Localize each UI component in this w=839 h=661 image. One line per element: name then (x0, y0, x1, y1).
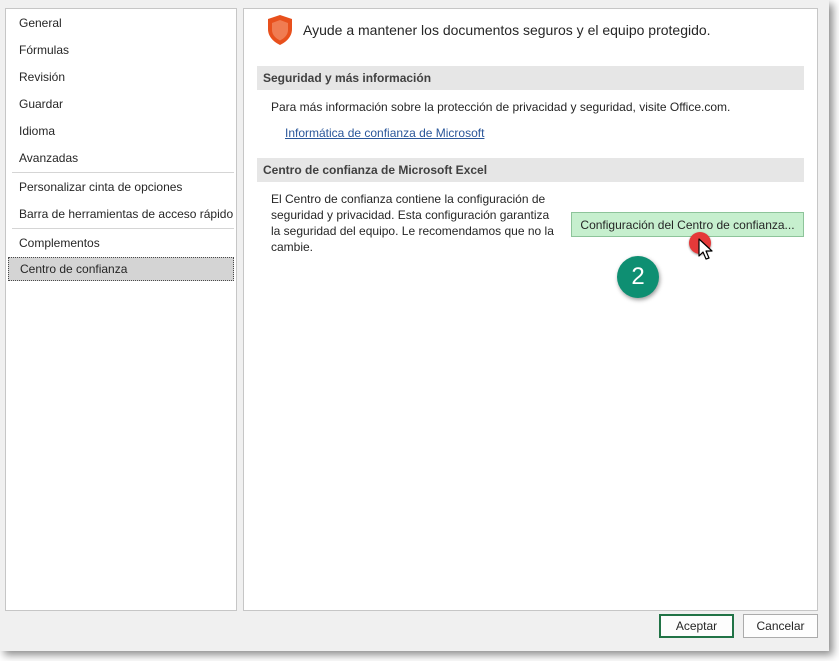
trust-center-panel: Ayude a mantener los documentos seguros … (243, 8, 818, 611)
security-section-title: Seguridad y más información (257, 66, 804, 90)
options-sidebar: General Fórmulas Revisión Guardar Idioma… (5, 8, 237, 611)
mouse-pointer-icon (698, 238, 713, 260)
sidebar-item-revision[interactable]: Revisión (8, 65, 234, 89)
sidebar-item-idioma[interactable]: Idioma (8, 119, 234, 143)
sidebar-item-guardar[interactable]: Guardar (8, 92, 234, 116)
sidebar-divider (12, 172, 234, 173)
trustworthy-computing-link[interactable]: Informática de confianza de Microsoft (285, 126, 484, 140)
panel-header-text: Ayude a mantener los documentos seguros … (303, 22, 711, 38)
shield-icon (268, 15, 292, 45)
sidebar-item-general[interactable]: General (8, 11, 234, 35)
sidebar-item-avanzadas[interactable]: Avanzadas (8, 146, 234, 170)
excel-options-dialog: General Fórmulas Revisión Guardar Idioma… (0, 0, 829, 651)
trust-center-settings-button[interactable]: Configuración del Centro de confianza... (571, 212, 804, 237)
trust-center-description: El Centro de confianza contiene la confi… (271, 192, 554, 254)
sidebar-item-quick-access-toolbar[interactable]: Barra de herramientas de acceso rápido (8, 202, 234, 226)
sidebar-divider (12, 228, 234, 229)
trust-center-section-title: Centro de confianza de Microsoft Excel (257, 158, 804, 182)
security-description: Para más información sobre la protección… (271, 100, 731, 114)
step-number-badge: 2 (617, 256, 659, 298)
sidebar-item-trust-center[interactable]: Centro de confianza (8, 257, 234, 281)
sidebar-item-complementos[interactable]: Complementos (8, 231, 234, 255)
sidebar-item-formulas[interactable]: Fórmulas (8, 38, 234, 62)
cancel-button[interactable]: Cancelar (743, 614, 818, 638)
sidebar-item-customize-ribbon[interactable]: Personalizar cinta de opciones (8, 175, 234, 199)
ok-button[interactable]: Aceptar (659, 614, 734, 638)
